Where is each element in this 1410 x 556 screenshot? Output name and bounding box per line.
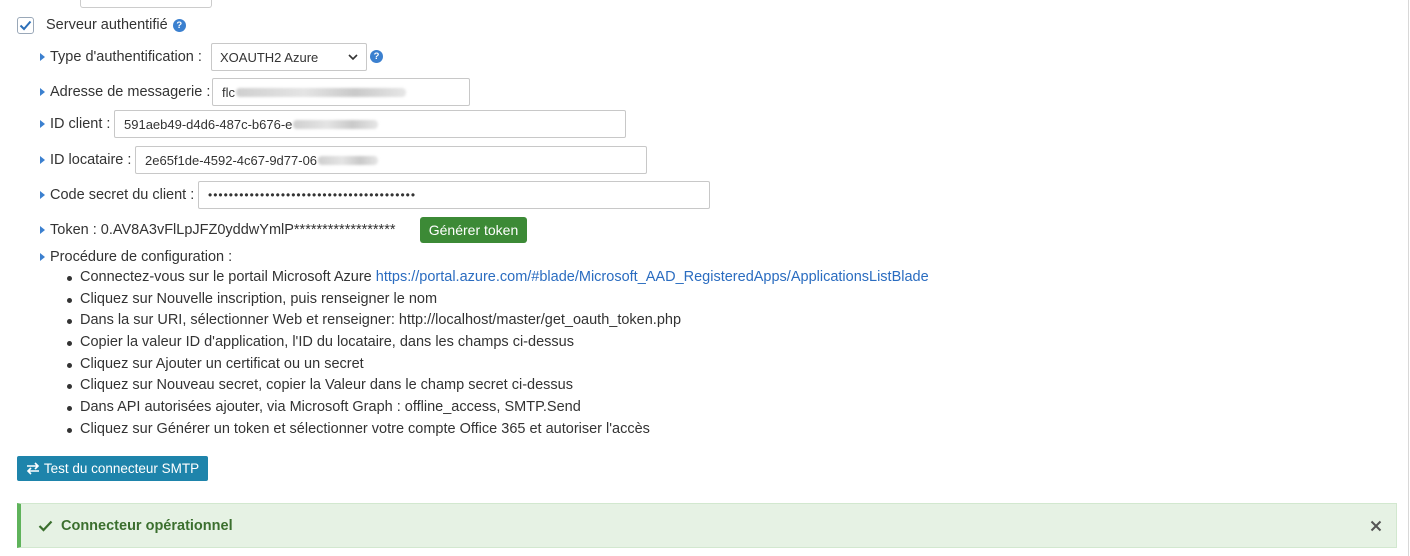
- auth-type-label: Type d'authentification :: [50, 49, 202, 65]
- generate-token-button[interactable]: Générer token: [420, 217, 527, 243]
- token-text: Token : 0.AV8A3vFlLpJFZ0yddwYmlP********…: [50, 222, 396, 238]
- tenant-id-label: ID locataire :: [50, 152, 132, 168]
- list-item: Cliquez sur Nouvelle inscription, puis r…: [63, 289, 929, 311]
- client-secret-row: Code secret du client :: [40, 181, 194, 209]
- auth-type-select[interactable]: XOAUTH2 Azure: [211, 43, 367, 71]
- check-icon: [38, 520, 53, 532]
- list-item: Connectez-vous sur le portail Microsoft …: [63, 267, 929, 289]
- help-icon[interactable]: ?: [172, 18, 186, 32]
- triangle-bullet-icon: [40, 156, 45, 164]
- client-id-input[interactable]: 591aeb49-d4d6-487c-b676-e: [114, 110, 626, 138]
- auth-server-row: Serveur authentifié ?: [17, 15, 186, 35]
- client-secret-value: ••••••••••••••••••••••••••••••••••••••••: [208, 188, 417, 202]
- step-text: Connectez-vous sur le portail Microsoft …: [80, 269, 376, 285]
- success-alert: Connecteur opérationnel: [17, 503, 1397, 548]
- list-item: Cliquez sur Ajouter un certificat ou un …: [63, 354, 929, 376]
- redacted-blur: [293, 119, 379, 129]
- token-row: Token : 0.AV8A3vFlLpJFZ0yddwYmlP********…: [40, 216, 396, 244]
- client-id-label: ID client :: [50, 116, 111, 132]
- tenant-id-input[interactable]: 2e65f1de-4592-4c67-9d77-06: [135, 146, 647, 174]
- exchange-arrows-icon: [26, 462, 39, 475]
- triangle-bullet-icon: [40, 191, 45, 199]
- procedure-steps-list: Connectez-vous sur le portail Microsoft …: [63, 267, 929, 441]
- list-item: Dans API autorisées ajouter, via Microso…: [63, 397, 929, 419]
- close-button[interactable]: [1370, 520, 1382, 532]
- auth-type-value: XOAUTH2 Azure: [220, 49, 319, 65]
- checkmark-icon: [19, 20, 32, 30]
- redacted-blur: [236, 87, 406, 97]
- triangle-bullet-icon: [40, 226, 45, 234]
- client-secret-label: Code secret du client :: [50, 187, 195, 203]
- auth-server-label: Serveur authentifié: [46, 17, 168, 33]
- auth-type-row: Type d'authentification :: [40, 43, 202, 71]
- triangle-bullet-icon: [40, 253, 45, 261]
- tenant-id-value: 2e65f1de-4592-4c67-9d77-06: [145, 152, 318, 168]
- list-item: Cliquez sur Générer un token et sélectio…: [63, 419, 929, 441]
- triangle-bullet-icon: [40, 120, 45, 128]
- alert-message: Connecteur opérationnel: [61, 517, 233, 534]
- triangle-bullet-icon: [40, 88, 45, 96]
- email-value: flc: [222, 84, 235, 100]
- redacted-blur: [318, 155, 379, 165]
- azure-portal-link[interactable]: https://portal.azure.com/#blade/Microsof…: [376, 269, 929, 285]
- auth-type-help-icon[interactable]: ?: [370, 50, 383, 63]
- test-smtp-label: Test du connecteur SMTP: [43, 461, 200, 476]
- list-item: Copier la valeur ID d'application, l'ID …: [63, 332, 929, 354]
- client-id-value: 591aeb49-d4d6-487c-b676-e: [124, 116, 293, 132]
- previous-field-input-edge[interactable]: [80, 0, 212, 8]
- email-label: Adresse de messagerie :: [50, 84, 211, 100]
- list-item: Dans la sur URI, sélectionner Web et ren…: [63, 310, 929, 332]
- chevron-down-icon: [348, 53, 358, 60]
- test-smtp-button[interactable]: Test du connecteur SMTP: [17, 456, 208, 481]
- email-input[interactable]: flc: [212, 78, 470, 106]
- client-secret-input[interactable]: ••••••••••••••••••••••••••••••••••••••••: [198, 181, 710, 209]
- email-row: Adresse de messagerie :: [40, 78, 210, 106]
- tenant-id-row: ID locataire :: [40, 146, 131, 174]
- triangle-bullet-icon: [40, 53, 45, 61]
- page-right-border: [1408, 0, 1409, 556]
- client-id-row: ID client :: [40, 110, 110, 138]
- list-item: Cliquez sur Nouveau secret, copier la Va…: [63, 375, 929, 397]
- auth-server-checkbox[interactable]: [17, 16, 34, 34]
- close-icon: [1370, 520, 1382, 531]
- procedure-label: Procédure de configuration :: [50, 249, 233, 265]
